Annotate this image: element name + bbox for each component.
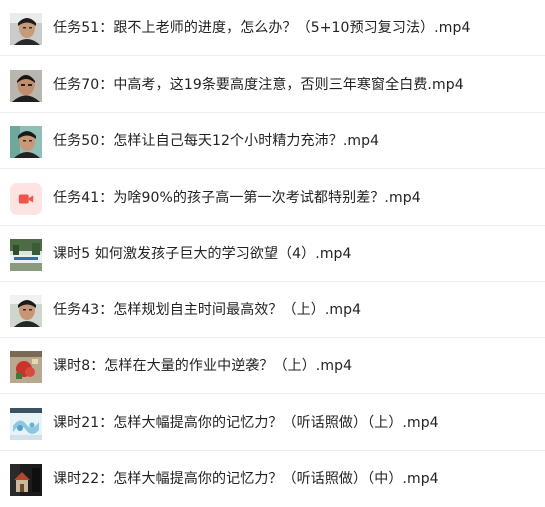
- file-name: 课时5 如何激发孩子巨大的学习欲望（4）.mp4: [53, 246, 352, 262]
- file-row[interactable]: 课时21：怎样大幅提高你的记忆力？（听话照做）（上）.mp4: [0, 395, 545, 451]
- file-row[interactable]: 任务51：跟不上老师的进度，怎么办？（5+10预习复习法）.mp4: [0, 0, 545, 56]
- file-name: 任务51：跟不上老师的进度，怎么办？（5+10预习复习法）.mp4: [53, 20, 471, 36]
- file-name: 课时22：怎样大幅提高你的记忆力？（听话照做）（中）.mp4: [53, 471, 439, 487]
- image-thumbnail-icon: [10, 464, 42, 496]
- video-file-icon: [10, 183, 42, 215]
- person-thumbnail-icon: [10, 13, 42, 45]
- file-name: 任务70：中高考，这19条要高度注意，否则三年寒窗全白费.mp4: [53, 77, 464, 93]
- file-name: 课时21：怎样大幅提高你的记忆力？（听话照做）（上）.mp4: [53, 415, 439, 431]
- file-name: 课时8：怎样在大量的作业中逆袭？（上）.mp4: [53, 358, 353, 374]
- file-name: 任务50：怎样让自己每天12个小时精力充沛？.mp4: [53, 133, 380, 149]
- person-thumbnail-icon: [10, 295, 42, 327]
- file-row[interactable]: 课时22：怎样大幅提高你的记忆力？（听话照做）（中）.mp4: [0, 451, 545, 507]
- file-row[interactable]: 任务50：怎样让自己每天12个小时精力充沛？.mp4: [0, 113, 545, 169]
- image-thumbnail-icon: [10, 351, 42, 383]
- file-list: 任务51：跟不上老师的进度，怎么办？（5+10预习复习法）.mp4 任务70：中…: [0, 0, 545, 503]
- image-thumbnail-icon: [10, 408, 42, 440]
- file-name: 任务41：为啥90%的孩子高一第一次考试都特别差？.mp4: [53, 190, 421, 206]
- file-row[interactable]: 课时5 如何激发孩子巨大的学习欲望（4）.mp4: [0, 226, 545, 282]
- person-thumbnail-icon: [10, 126, 42, 158]
- file-row[interactable]: 任务41：为啥90%的孩子高一第一次考试都特别差？.mp4: [0, 170, 545, 226]
- person-thumbnail-icon: [10, 70, 42, 102]
- file-row[interactable]: 课时8：怎样在大量的作业中逆袭？（上）.mp4: [0, 338, 545, 394]
- landscape-thumbnail-icon: [10, 239, 42, 271]
- file-row[interactable]: 任务70：中高考，这19条要高度注意，否则三年寒窗全白费.mp4: [0, 57, 545, 113]
- file-name: 任务43：怎样规划自主时间最高效？（上）.mp4: [53, 302, 362, 318]
- file-row[interactable]: 任务43：怎样规划自主时间最高效？（上）.mp4: [0, 282, 545, 338]
